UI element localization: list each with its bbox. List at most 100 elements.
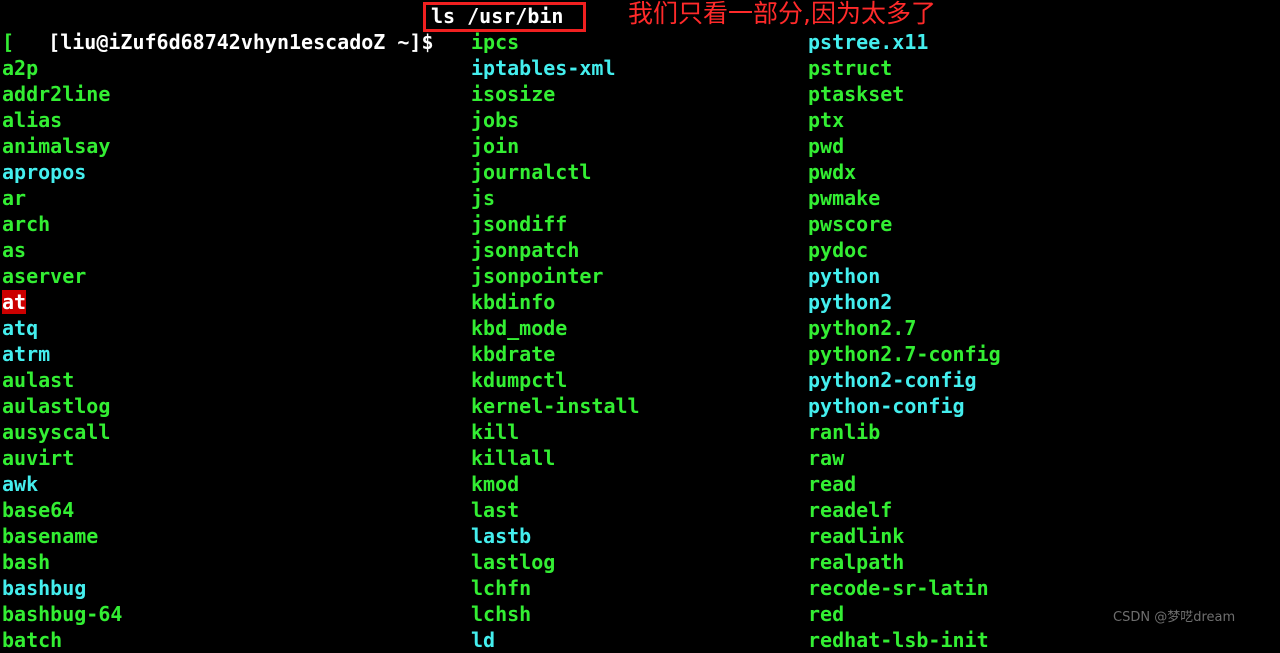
listing-entry: raw xyxy=(808,445,1268,471)
listing-entry: kbd_mode xyxy=(471,315,801,341)
listing-entry: iptables-xml xyxy=(471,55,801,81)
listing-entry: at xyxy=(2,289,462,315)
listing-entry: kdumpctl xyxy=(471,367,801,393)
listing-entry-label: ipcs xyxy=(471,30,520,54)
listing-entry-label: read xyxy=(808,472,857,496)
listing-entry: pydoc xyxy=(808,237,1268,263)
listing-entry: read xyxy=(808,471,1268,497)
listing-entry: python-config xyxy=(808,393,1268,419)
listing-entry-label: basename xyxy=(2,524,99,548)
listing-entry-label: addr2line xyxy=(2,82,111,106)
annotation-text: 我们只看一部分,因为太多了 xyxy=(628,0,936,28)
listing-entry-label: python2.7 xyxy=(808,316,917,340)
listing-entry-label: bashbug-64 xyxy=(2,602,123,626)
listing-entry-label: kill xyxy=(471,420,520,444)
shell-prompt: [liu@iZuf6d68742vhyn1escadoZ ~]$ xyxy=(0,3,433,54)
listing-entry: readlink xyxy=(808,523,1268,549)
listing-entry-label: apropos xyxy=(2,160,87,184)
listing-entry-label: batch xyxy=(2,628,63,652)
listing-entry-label: iptables-xml xyxy=(471,56,616,80)
listing-entry-label: python xyxy=(808,264,881,288)
listing-entry: ar xyxy=(2,185,462,211)
listing-entry: bashbug-64 xyxy=(2,601,462,627)
listing-entry: aserver xyxy=(2,263,462,289)
listing-entry: recode-sr-latin xyxy=(808,575,1268,601)
listing-entry: basename xyxy=(2,523,462,549)
listing-entry-label: jsonpatch xyxy=(471,238,580,262)
command-input[interactable]: ls /usr/bin xyxy=(431,3,563,29)
listing-entry-label: kernel-install xyxy=(471,394,640,418)
listing-entry: join xyxy=(471,133,801,159)
listing-entry: realpath xyxy=(808,549,1268,575)
listing-entry: ptaskset xyxy=(808,81,1268,107)
listing-entry-label: lchfn xyxy=(471,576,532,600)
listing-entry-label: arch xyxy=(2,212,51,236)
listing-entry: ausyscall xyxy=(2,419,462,445)
listing-entry: pstree.x11 xyxy=(808,29,1268,55)
listing-entry-label: alias xyxy=(2,108,63,132)
listing-entry: bashbug xyxy=(2,575,462,601)
listing-entry: lchsh xyxy=(471,601,801,627)
listing-entry: python2.7 xyxy=(808,315,1268,341)
listing-entry: auvirt xyxy=(2,445,462,471)
listing-entry-label: lastb xyxy=(471,524,532,548)
listing-entry: readelf xyxy=(808,497,1268,523)
listing-entry: addr2line xyxy=(2,81,462,107)
listing-entry-label: redhat-lsb-init xyxy=(808,628,989,652)
listing-entry: kbdrate xyxy=(471,341,801,367)
listing-entry: ld xyxy=(471,627,801,653)
listing-entry-label: kbdinfo xyxy=(471,290,556,314)
listing-entry-label: pstree.x11 xyxy=(808,30,929,54)
listing-entry: pwscore xyxy=(808,211,1268,237)
listing-entry: ranlib xyxy=(808,419,1268,445)
listing-entry-label: raw xyxy=(808,446,845,470)
listing-entry-label: ausyscall xyxy=(2,420,111,444)
listing-entry-label: jsondiff xyxy=(471,212,568,236)
listing-entry: atrm xyxy=(2,341,462,367)
listing-entry-label: at xyxy=(2,290,27,314)
listing-entry: bash xyxy=(2,549,462,575)
listing-entry-label: bashbug xyxy=(2,576,87,600)
listing-entry-label: journalctl xyxy=(471,160,592,184)
listing-entry-label: kbdrate xyxy=(471,342,556,366)
listing-entry-label: join xyxy=(471,134,520,158)
listing-entry-label: as xyxy=(2,238,27,262)
terminal-window[interactable]: [liu@iZuf6d68742vhyn1escadoZ ~]$ ls /usr… xyxy=(0,0,1280,652)
listing-entry: batch xyxy=(2,627,462,653)
listing-entry-label: pstruct xyxy=(808,56,893,80)
listing-entry: pwd xyxy=(808,133,1268,159)
listing-entry: lastlog xyxy=(471,549,801,575)
listing-entry-label: jobs xyxy=(471,108,520,132)
listing-entry-label: readlink xyxy=(808,524,905,548)
listing-entry: arch xyxy=(2,211,462,237)
listing-entry: isosize xyxy=(471,81,801,107)
listing-entry-label: readelf xyxy=(808,498,893,522)
listing-entry: a2p xyxy=(2,55,462,81)
listing-entry-label: last xyxy=(471,498,520,522)
listing-entry-label: bash xyxy=(2,550,51,574)
listing-entry: ipcs xyxy=(471,29,801,55)
listing-entry-label: kbd_mode xyxy=(471,316,568,340)
listing-entry: lchfn xyxy=(471,575,801,601)
listing-entry: atq xyxy=(2,315,462,341)
listing-entry-label: ar xyxy=(2,186,27,210)
listing-entry: kbdinfo xyxy=(471,289,801,315)
listing-entry-label: pwmake xyxy=(808,186,881,210)
listing-entry: jsonpointer xyxy=(471,263,801,289)
listing-entry-label: pwdx xyxy=(808,160,857,184)
listing-entry-label: python-config xyxy=(808,394,965,418)
listing-entry-label: ld xyxy=(471,628,496,652)
listing-entry: python xyxy=(808,263,1268,289)
listing-entry: base64 xyxy=(2,497,462,523)
listing-entry-label: kdumpctl xyxy=(471,368,568,392)
listing-entry: aulast xyxy=(2,367,462,393)
listing-entry: jsonpatch xyxy=(471,237,801,263)
listing-entry-label: awk xyxy=(2,472,39,496)
listing-entry: killall xyxy=(471,445,801,471)
listing-column-1: [a2p addr2line alias animalsay apropos ar arch… xyxy=(2,29,462,653)
listing-entry-label: ptx xyxy=(808,108,845,132)
listing-entry-label: pydoc xyxy=(808,238,869,262)
listing-entry-label: pwd xyxy=(808,134,845,158)
listing-entry-label: ranlib xyxy=(808,420,881,444)
listing-entry-label: atrm xyxy=(2,342,51,366)
